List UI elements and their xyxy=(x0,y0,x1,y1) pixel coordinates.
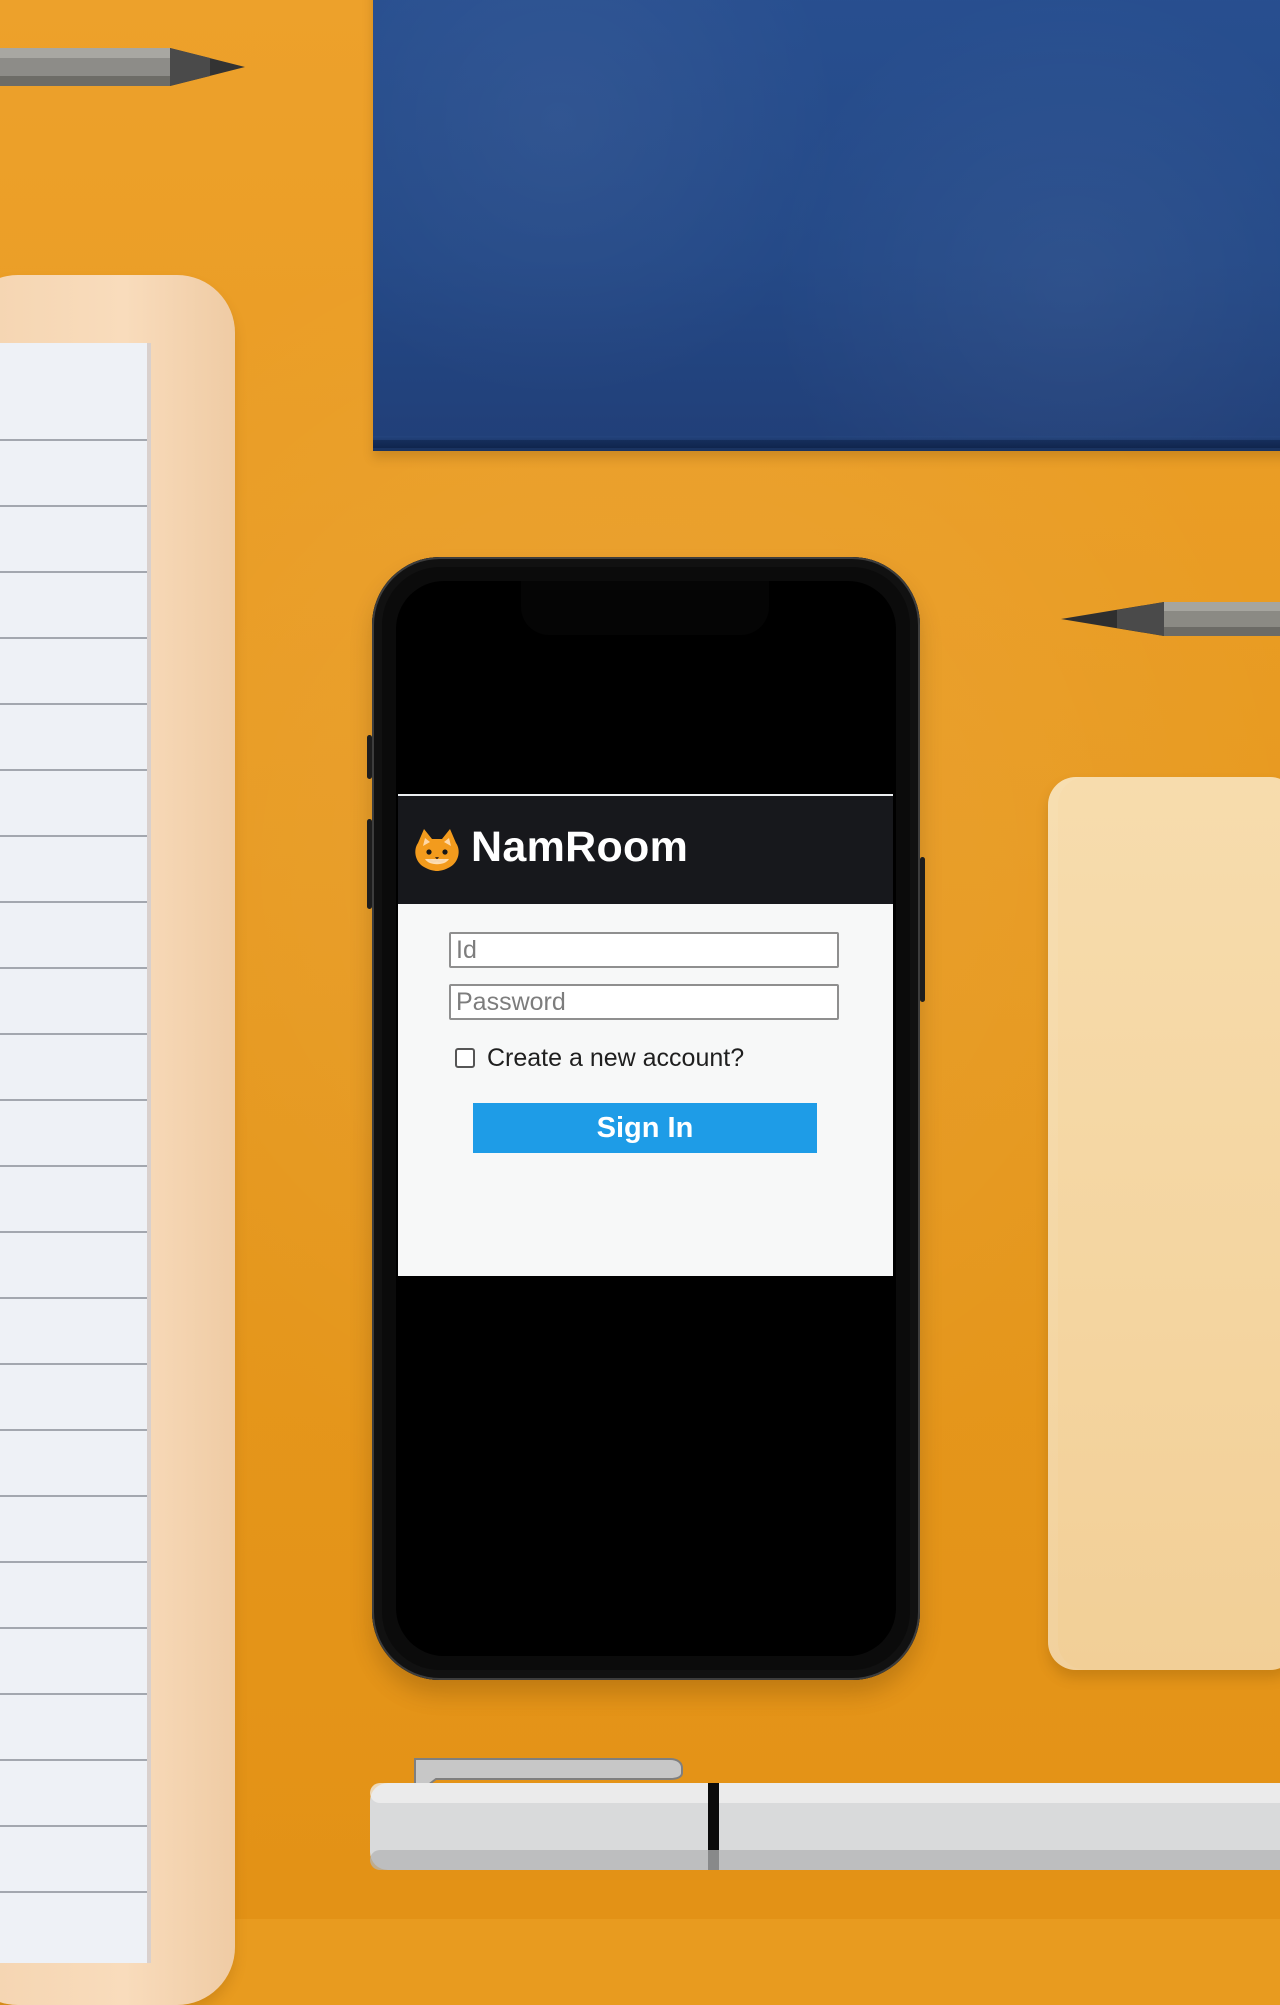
pen xyxy=(370,1758,1280,1870)
screen-bottom-area xyxy=(398,1276,893,1453)
login-app: NamRoom Create a new account? Sign In xyxy=(398,794,893,1453)
create-account-label: Create a new account? xyxy=(487,1044,745,1072)
pencil-right xyxy=(1061,602,1280,636)
lined-paper xyxy=(0,343,147,1963)
phone-side-button xyxy=(920,857,925,1002)
pencil-top xyxy=(0,48,245,86)
sign-in-button[interactable]: Sign In xyxy=(473,1103,817,1153)
sticky-note-pad xyxy=(1048,777,1280,1670)
cat-face-icon xyxy=(415,829,459,871)
smartphone: NamRoom Create a new account? Sign In xyxy=(367,557,925,1680)
create-account-option[interactable]: Create a new account? xyxy=(455,1041,744,1075)
password-input[interactable] xyxy=(449,984,839,1020)
app-title: NamRoom xyxy=(471,823,689,871)
app-header: NamRoom xyxy=(398,794,893,904)
create-account-checkbox[interactable] xyxy=(455,1048,475,1068)
id-input[interactable] xyxy=(449,932,839,968)
phone-screen: NamRoom Create a new account? Sign In xyxy=(396,581,896,1656)
phone-notch xyxy=(521,581,769,635)
blue-notebook xyxy=(373,0,1280,451)
